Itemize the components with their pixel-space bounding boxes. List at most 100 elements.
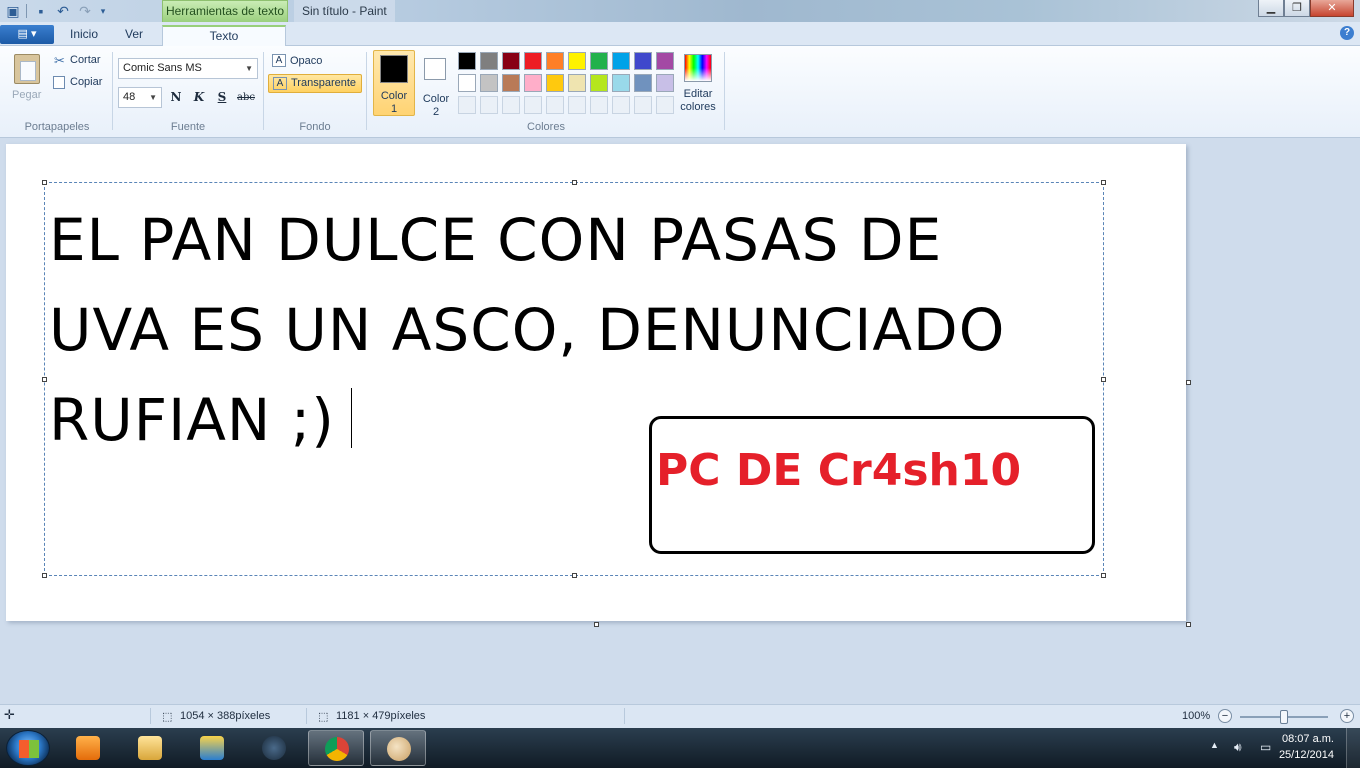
palette-swatch[interactable] [502,74,520,92]
font-size-select[interactable]: 48 ▼ [118,87,162,108]
cursor-position-icon: ✛ [4,707,15,722]
resize-handle[interactable] [1101,180,1106,185]
taskbar-paint[interactable] [370,730,426,766]
stamp-text: PC DE Cr4sh10 [656,445,1022,496]
taskbar-chrome[interactable] [308,730,364,766]
clock-date[interactable]: 25/12/2014 [1279,749,1334,761]
palette-swatch[interactable] [568,52,586,70]
palette-swatch[interactable] [568,74,586,92]
status-bar: ✛ ⬚ 1054 × 388píxeles ⬚ 1181 × 479píxele… [0,704,1360,728]
paint-app-icon[interactable]: ▣ [4,2,22,20]
canvas-resize-handle[interactable] [1186,380,1191,385]
canvas-size-icon: ⬚ [318,711,329,723]
help-icon[interactable]: ? [1340,26,1354,40]
zoom-slider[interactable] [1240,710,1328,724]
strikethrough-button[interactable]: abc [234,87,258,108]
edit-colors-button[interactable]: Editar colores [680,52,716,118]
status-separator [306,708,307,724]
palette-swatch[interactable] [656,74,674,92]
palette-swatch[interactable] [634,52,652,70]
show-hidden-icons-icon[interactable]: ▲ [1210,740,1219,750]
palette-swatch[interactable] [612,52,630,70]
minimize-button[interactable]: ▁ [1258,0,1284,17]
palette-custom-slot[interactable] [458,96,476,114]
palette-swatch[interactable] [656,52,674,70]
windows-logo-icon [19,740,39,758]
resize-handle[interactable] [572,573,577,578]
steam-icon [262,736,286,760]
taskbar-media-player[interactable] [60,730,116,766]
customize-toolbar-icon[interactable]: ▾ [94,2,112,20]
underline-button[interactable]: S [212,87,232,108]
palette-swatch[interactable] [502,52,520,70]
palette-swatch[interactable] [634,74,652,92]
resize-handle[interactable] [42,180,47,185]
palette-custom-slot[interactable] [546,96,564,114]
paste-icon[interactable] [14,54,40,84]
tab-ver[interactable]: Ver [112,25,156,46]
zoom-out-button[interactable]: − [1218,709,1232,723]
palette-swatch[interactable] [480,74,498,92]
resize-handle[interactable] [1101,573,1106,578]
paint-menu-button[interactable]: ▤ ▾ [0,25,54,44]
group-separator [724,52,725,130]
palette-custom-slot[interactable] [612,96,630,114]
canvas-resize-handle[interactable] [1186,622,1191,627]
opaque-button[interactable]: A Opaco [268,52,360,70]
color1-button[interactable]: Color 1 [373,50,415,116]
network-icon[interactable]: ▭ [1260,740,1271,754]
taskbar-game-app[interactable] [184,730,240,766]
palette-swatch[interactable] [546,74,564,92]
color2-button[interactable]: Color 2 [416,50,456,118]
palette-swatch[interactable] [546,52,564,70]
taskbar-steam[interactable] [246,730,302,766]
palette-custom-slot[interactable] [590,96,608,114]
close-button[interactable]: ✕ [1310,0,1354,17]
paste-button-label[interactable]: Pegar [12,89,41,101]
palette-swatch[interactable] [458,52,476,70]
palette-custom-slot[interactable] [656,96,674,114]
redo-icon[interactable]: ↷ [76,2,94,20]
maximize-button[interactable]: ❐ [1284,0,1310,17]
show-desktop-button[interactable] [1346,728,1360,768]
tab-texto[interactable]: Texto [162,25,286,46]
clock-time[interactable]: 08:07 a.m. [1282,733,1334,745]
transparent-button[interactable]: A Transparente [268,74,362,93]
palette-custom-slot[interactable] [502,96,520,114]
palette-custom-slot[interactable] [524,96,542,114]
palette-swatch[interactable] [590,52,608,70]
cut-button[interactable]: Cortar [70,54,101,66]
undo-icon[interactable]: ↶ [54,2,72,20]
resize-handle[interactable] [42,573,47,578]
speaker-icon[interactable]: 🔊︎ [1234,740,1242,755]
transparent-icon: A [273,77,287,90]
scissors-icon[interactable]: ✂ [54,53,65,69]
palette-swatch[interactable] [480,52,498,70]
start-button[interactable] [6,730,50,766]
palette-swatch[interactable] [590,74,608,92]
palette-swatch[interactable] [458,74,476,92]
palette-custom-slot[interactable] [568,96,586,114]
palette-custom-slot[interactable] [480,96,498,114]
bold-button[interactable]: N [166,87,186,108]
zoom-in-button[interactable]: + [1340,709,1354,723]
palette-custom-slot[interactable] [634,96,652,114]
resize-handle[interactable] [572,180,577,185]
zoom-slider-thumb[interactable] [1280,710,1288,724]
palette-swatch[interactable] [524,74,542,92]
palette-swatch[interactable] [612,74,630,92]
copy-button[interactable]: Copiar [70,76,102,88]
resize-handle[interactable] [42,377,47,382]
drawing-canvas[interactable]: EL PAN DULCE CON PASAS DE UVA ES UN ASCO… [6,144,1186,621]
font-family-select[interactable]: Comic Sans MS ▼ [118,58,258,79]
save-icon[interactable]: ▪ [32,2,50,20]
text-box-selection[interactable]: EL PAN DULCE CON PASAS DE UVA ES UN ASCO… [42,180,1106,578]
chevron-down-icon: ▼ [149,93,157,102]
canvas-resize-handle[interactable] [594,622,599,627]
italic-button[interactable]: K [189,87,209,108]
status-separator [624,708,625,724]
taskbar-explorer[interactable] [122,730,178,766]
tab-inicio[interactable]: Inicio [60,25,108,46]
copy-icon[interactable] [53,76,65,89]
palette-swatch[interactable] [524,52,542,70]
